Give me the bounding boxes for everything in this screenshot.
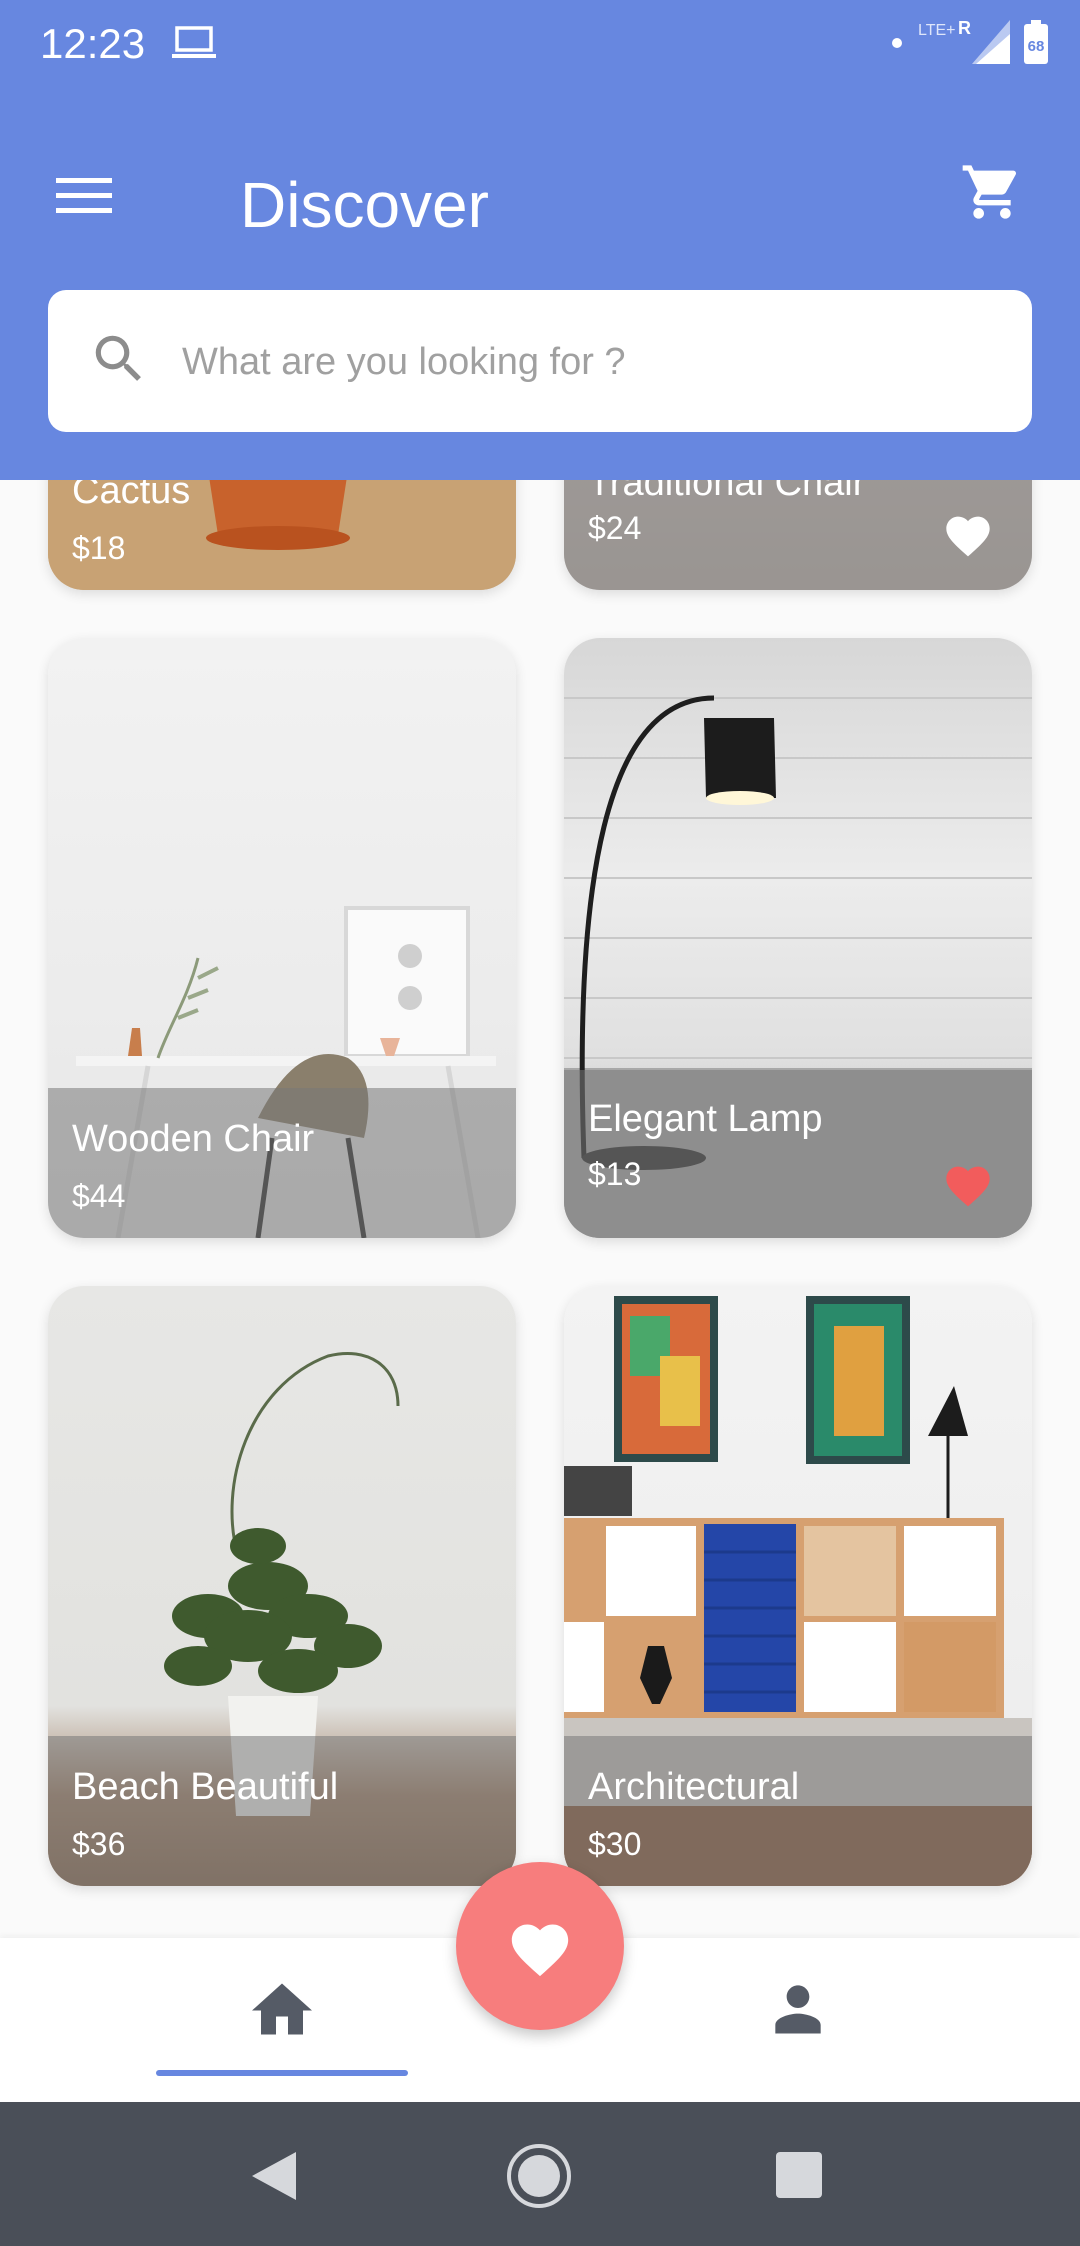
hamburger-menu-icon[interactable] (56, 178, 112, 214)
home-icon[interactable] (246, 1974, 318, 2038)
product-card[interactable]: Beach Beautiful $36 (48, 1286, 516, 1886)
profile-icon[interactable] (764, 1976, 832, 2040)
app-header: 12:23 LTE+ R 68 Discover (0, 0, 1080, 480)
system-home-icon[interactable] (505, 2142, 573, 2210)
network-type-label: LTE+ (918, 22, 956, 39)
signal-icon (972, 20, 1010, 64)
product-card[interactable]: Wooden Chair $44 (48, 638, 516, 1238)
notification-dot-icon (892, 38, 902, 48)
shopping-cart-icon[interactable] (960, 160, 1024, 224)
product-price: $30 (588, 1826, 642, 1862)
back-icon[interactable] (250, 2150, 298, 2202)
product-price: $13 (588, 1156, 642, 1192)
laptop-icon (172, 26, 216, 58)
recents-icon[interactable] (776, 2152, 822, 2198)
product-price: $44 (72, 1178, 126, 1214)
page-title: Discover (240, 169, 489, 241)
battery-icon: 68 (1024, 20, 1048, 69)
active-tab-indicator (156, 2070, 408, 2076)
product-name: Wooden Chair (72, 1118, 315, 1160)
battery-level: 68 (1027, 38, 1045, 55)
product-card[interactable]: Architectural $30 (564, 1286, 1032, 1886)
favorite-heart-icon[interactable] (942, 1160, 994, 1208)
product-name: Elegant Lamp (588, 1098, 823, 1140)
search-box[interactable] (48, 290, 1032, 432)
product-price: $36 (72, 1826, 126, 1862)
roaming-label: R (958, 18, 971, 38)
favorite-heart-icon[interactable] (942, 510, 994, 558)
product-card[interactable]: Elegant Lamp $13 (564, 638, 1032, 1238)
product-name: Architectural (588, 1766, 800, 1808)
favorites-fab-button[interactable] (456, 1862, 624, 2030)
status-bar: 12:23 LTE+ R 68 (0, 0, 1080, 90)
heart-icon (511, 1924, 569, 1977)
status-icons: LTE+ R 68 (872, 18, 1052, 68)
search-icon (95, 335, 141, 381)
system-navigation-bar (0, 2102, 1080, 2246)
status-time: 12:23 (40, 20, 146, 67)
product-name: Beach Beautiful (72, 1766, 339, 1808)
product-price: $24 (588, 510, 642, 546)
search-input[interactable] (180, 330, 984, 394)
product-price: $18 (72, 530, 126, 566)
